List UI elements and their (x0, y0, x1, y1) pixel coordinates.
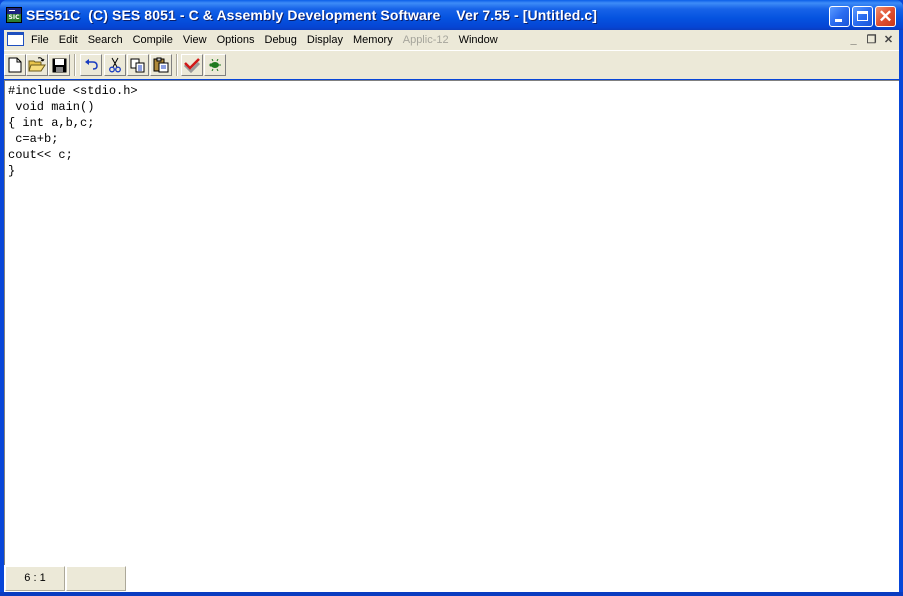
close-button[interactable]: ✕ (875, 6, 896, 27)
compile-check-button[interactable] (181, 54, 203, 76)
menu-applic-12: Applic-12 (402, 34, 449, 46)
undo-button[interactable] (80, 54, 102, 76)
bug-icon (209, 59, 221, 71)
menu-debug[interactable]: Debug (260, 30, 302, 50)
toolbar-separator (74, 54, 76, 76)
cursor-position: 6 : 1 (5, 566, 65, 591)
menu-compile[interactable]: Compile (128, 30, 178, 50)
minimize-button[interactable] (829, 6, 850, 27)
scissors-icon (109, 57, 121, 73)
menu: File Edit Search Compile View Options De… (26, 30, 503, 50)
toolbar-separator (176, 54, 178, 76)
toolbar (4, 50, 899, 79)
status-bar: 6 : 1 (4, 565, 899, 592)
menu-memory[interactable]: Memory (348, 30, 398, 50)
copy-button[interactable] (127, 54, 149, 76)
checkmark-icon (183, 58, 201, 73)
mdi-minimize-button[interactable]: _ (846, 33, 861, 47)
copy-icon (130, 58, 145, 72)
debug-button[interactable] (204, 54, 226, 76)
source-code[interactable]: #include <stdio.h> void main() { int a,b… (5, 81, 899, 179)
code-editor[interactable]: #include <stdio.h> void main() { int a,b… (4, 80, 899, 565)
window-title: SES51C (C) SES 8051 - C & Assembly Devel… (26, 7, 598, 23)
open-folder-icon (28, 57, 46, 72)
menu-options[interactable]: Options (212, 30, 260, 50)
new-file-icon (8, 57, 22, 73)
app-window: SIC SES51C (C) SES 8051 - C & Assembly D… (0, 0, 903, 596)
menu-window[interactable]: Window (454, 30, 503, 50)
status-panel-2 (66, 566, 126, 591)
save-button[interactable] (48, 54, 70, 76)
document-window-icon[interactable] (7, 32, 24, 46)
open-file-button[interactable] (26, 54, 48, 76)
menu-search[interactable]: Search (83, 30, 128, 50)
menu-edit[interactable]: Edit (54, 30, 83, 50)
mdi-close-button[interactable]: ✕ (881, 33, 896, 47)
app-icon[interactable]: SIC (6, 7, 22, 23)
menu-view[interactable]: View (178, 30, 212, 50)
cut-button[interactable] (104, 54, 126, 76)
paste-button[interactable] (150, 54, 172, 76)
title-bar[interactable]: SIC SES51C (C) SES 8051 - C & Assembly D… (0, 0, 903, 30)
menu-file[interactable]: File (26, 30, 54, 50)
mdi-restore-button[interactable]: ❐ (864, 33, 879, 47)
new-file-button[interactable] (4, 54, 26, 76)
close-icon: ✕ (878, 7, 893, 26)
menu-bar: File Edit Search Compile View Options De… (4, 30, 899, 50)
paste-icon (153, 57, 169, 73)
maximize-button[interactable] (852, 6, 873, 27)
menu-display[interactable]: Display (302, 30, 348, 50)
window-border-bottom (0, 592, 903, 596)
window-border-right (899, 30, 903, 596)
undo-icon (85, 59, 98, 70)
save-icon (52, 58, 66, 72)
